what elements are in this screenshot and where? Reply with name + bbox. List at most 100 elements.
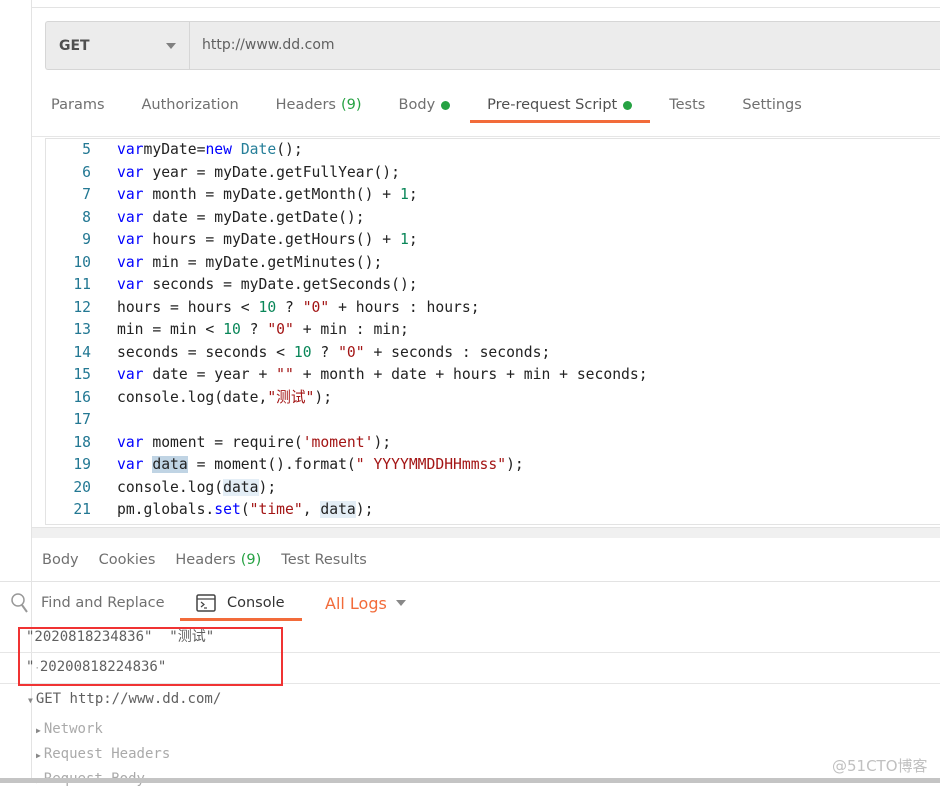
line-number: 12 bbox=[73, 298, 91, 316]
tab-tests[interactable]: Tests bbox=[669, 94, 705, 116]
code-token: " YYYYMMDDHHmmss" bbox=[355, 456, 507, 473]
console-section-network[interactable]: ▶ Network bbox=[36, 718, 103, 741]
response-tab-body[interactable]: Body bbox=[42, 549, 79, 571]
code-token: var bbox=[117, 141, 144, 158]
line-number: 11 bbox=[73, 276, 91, 293]
highlight-box bbox=[18, 627, 283, 686]
chevron-down-icon bbox=[166, 42, 176, 49]
code-line: 20 console.log(data); bbox=[46, 477, 276, 499]
code-token: ? bbox=[240, 321, 268, 338]
script-editor[interactable]: 5 varmyDate=new Date(); 6 var year = myDate… bbox=[45, 138, 940, 525]
code-token: min = min < bbox=[117, 321, 224, 338]
console-tab[interactable]: Console bbox=[196, 590, 285, 616]
code-token: var bbox=[117, 208, 144, 226]
code-token: seconds = seconds < bbox=[117, 343, 294, 361]
code-token: ? bbox=[276, 298, 303, 316]
tab-authorization[interactable]: Authorization bbox=[142, 94, 239, 116]
code-token: new bbox=[205, 141, 232, 158]
code-token: min = myDate.getMinutes(); bbox=[143, 253, 383, 271]
tab-label: Headers bbox=[275, 97, 336, 113]
code-token: + min : min; bbox=[293, 321, 409, 338]
line-number: 21 bbox=[73, 501, 91, 518]
divider bbox=[32, 136, 940, 137]
code-line: 7 var month = myDate.getMonth() + 1; bbox=[46, 184, 418, 206]
terminal-icon bbox=[196, 594, 216, 612]
code-token: var bbox=[117, 231, 144, 248]
code-token: , bbox=[302, 501, 321, 518]
tab-body[interactable]: Body bbox=[399, 94, 451, 116]
code-token: month = myDate.getMonth() + bbox=[143, 186, 400, 203]
tab-label: Pre-request Script bbox=[487, 97, 618, 113]
code-token: var bbox=[117, 456, 144, 473]
code-token: ); bbox=[258, 478, 277, 496]
log-level-dropdown[interactable]: All Logs bbox=[325, 590, 406, 616]
status-dot-icon bbox=[441, 100, 451, 110]
code-token: console.log( bbox=[117, 478, 224, 496]
tab-label: Headers bbox=[175, 552, 236, 568]
url-input[interactable]: http://www.dd.com bbox=[202, 22, 335, 69]
response-tab-headers[interactable]: Headers (9) bbox=[175, 549, 261, 571]
code-text: var hours = myDate.getHours() + 1; bbox=[117, 229, 418, 251]
line-number: 6 bbox=[82, 163, 91, 181]
code-text: var seconds = myDate.getSeconds(); bbox=[117, 274, 418, 296]
code-token: + seconds : seconds; bbox=[364, 343, 551, 361]
active-tab-indicator bbox=[470, 120, 650, 123]
code-token: "0" bbox=[302, 298, 330, 316]
line-number: 18 bbox=[73, 433, 91, 451]
code-token: data bbox=[320, 501, 356, 518]
response-tab-cookies[interactable]: Cookies bbox=[99, 549, 156, 571]
code-line: 18 var moment = require('moment'); bbox=[46, 432, 391, 454]
response-tab-test-results[interactable]: Test Results bbox=[281, 549, 367, 571]
tab-label: Body bbox=[398, 97, 436, 113]
caret-right-icon: ▶ bbox=[36, 751, 41, 760]
code-token: = moment().format( bbox=[187, 456, 356, 473]
code-token: "" bbox=[276, 366, 294, 383]
method-select[interactable]: GET bbox=[46, 22, 190, 69]
section-label: Request Headers bbox=[43, 746, 171, 762]
code-token: var bbox=[117, 276, 144, 293]
code-token: console.log(date, bbox=[117, 388, 268, 406]
tab-params[interactable]: Params bbox=[51, 94, 105, 116]
code-text: console.log(date,"测试"); bbox=[117, 387, 332, 409]
find-replace-label: Find and Replace bbox=[41, 595, 165, 611]
status-dot-icon bbox=[623, 100, 633, 110]
code-line: 11 var seconds = myDate.getSeconds(); bbox=[46, 274, 417, 296]
console-request-entry[interactable]: ▼ GET http://www.dd.com/ bbox=[28, 689, 221, 711]
tab-pre-request-script[interactable]: Pre-request Script bbox=[487, 94, 633, 116]
code-token: var bbox=[117, 366, 144, 383]
code-token: var bbox=[117, 433, 144, 451]
code-token: var bbox=[117, 186, 144, 203]
code-text: var month = myDate.getMonth() + 1; bbox=[117, 184, 418, 206]
code-text: varmyDate=new Date(); bbox=[117, 139, 303, 161]
divider bbox=[32, 7, 940, 8]
code-line: 21 pm.globals.set("time", data); bbox=[46, 499, 373, 521]
tab-label: Tests bbox=[669, 97, 706, 113]
line-number: 16 bbox=[73, 388, 91, 406]
code-token: ); bbox=[355, 501, 374, 518]
console-section-request-headers[interactable]: ▶ Request Headers bbox=[36, 743, 170, 766]
tab-settings[interactable]: Settings bbox=[742, 94, 801, 116]
scrollbar[interactable] bbox=[0, 778, 940, 783]
tab-headers[interactable]: Headers (9) bbox=[276, 94, 362, 116]
caret-down-icon: ▼ bbox=[28, 696, 33, 705]
line-number: 15 bbox=[73, 366, 91, 383]
line-number: 13 bbox=[73, 321, 91, 338]
caret-right-icon: ▶ bbox=[36, 726, 41, 735]
line-number: 19 bbox=[73, 456, 91, 473]
code-line: 17 bbox=[46, 409, 91, 431]
line-number: 7 bbox=[82, 186, 91, 203]
code-token: year = myDate.getFullYear(); bbox=[143, 163, 400, 181]
tab-count: (9) bbox=[240, 552, 262, 568]
code-text: hours = hours < 10 ? "0" + hours : hours… bbox=[117, 297, 480, 319]
code-text: console.log(data); bbox=[117, 477, 276, 499]
tab-count: (9) bbox=[341, 97, 362, 113]
code-text: var year = myDate.getFullYear(); bbox=[117, 162, 400, 184]
code-line: 15 var date = year + "" + month + date + … bbox=[46, 364, 647, 386]
code-token: date = year + bbox=[143, 366, 277, 383]
section-label: Network bbox=[43, 721, 103, 737]
tab-label: Params bbox=[51, 97, 105, 113]
chevron-down-icon bbox=[395, 600, 406, 606]
code-token: pm.globals. bbox=[117, 501, 215, 518]
code-text: var date = myDate.getDate(); bbox=[117, 207, 365, 229]
find-replace-tab[interactable]: Find and Replace bbox=[10, 590, 165, 616]
